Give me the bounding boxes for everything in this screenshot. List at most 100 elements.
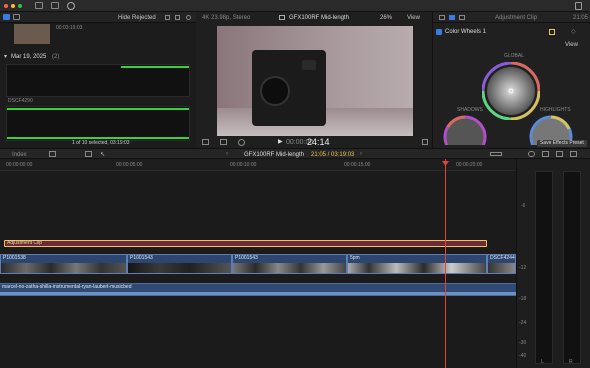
keyword-icon[interactable]: [51, 2, 59, 9]
clip-appearance-icon[interactable]: [49, 151, 56, 157]
color-inspector-icon[interactable]: [449, 15, 455, 20]
save-effects-preset-button[interactable]: Save Effects Preset: [537, 140, 587, 147]
filmstrip-2[interactable]: [6, 106, 190, 141]
inspector-view-dropdown[interactable]: View: [565, 42, 578, 48]
inspector-title: Adjustment Clip: [495, 15, 538, 21]
library-icon[interactable]: [3, 14, 10, 20]
audio-clip[interactable]: marcel-no-zatha-shilla-instrumental-ryan…: [0, 283, 516, 296]
lens: [260, 76, 290, 106]
fullscreen-icon[interactable]: [422, 139, 428, 145]
browser-header: Hide Rejected: [0, 12, 196, 23]
selection-status: 1 of 10 selected, 03:19:03: [72, 140, 130, 146]
global-color-wheel[interactable]: [482, 62, 540, 120]
ruler-tick: 00:00:05:00: [116, 162, 143, 168]
meter-scale: -24: [519, 320, 527, 326]
view-dropdown[interactable]: View: [407, 15, 420, 21]
clip-thumbnails: [488, 263, 515, 273]
favorite-range: [121, 66, 189, 68]
clip-label: P1001543: [235, 255, 258, 261]
ruler-tick: 00:00:00:00: [6, 162, 33, 168]
close-window-button[interactable]: [4, 4, 8, 8]
minimize-window-button[interactable]: [11, 4, 15, 8]
list-view-icon[interactable]: [175, 15, 180, 20]
camera-image: [252, 50, 326, 126]
app-window: Hide Rejected 00:03:19:03 ▾ Mar 19, 2025…: [0, 0, 590, 368]
crop-icon[interactable]: [202, 139, 209, 145]
clip-label: P1001543: [130, 255, 153, 261]
timeline-position: 21:05 / 03:19:03: [311, 152, 355, 158]
global-label: GLOBAL: [504, 53, 525, 59]
clip-label: 5pm: [350, 255, 360, 261]
timeline-options-icon[interactable]: [490, 152, 502, 156]
disclosure-triangle-icon[interactable]: ▾: [4, 54, 7, 60]
clip-label: DSCF4244: [490, 255, 515, 261]
effect-name-dropdown[interactable]: Color Wheels 1: [445, 29, 486, 35]
meter-scale: -30: [519, 340, 527, 346]
ruler-tick: 00:00:20:00: [456, 162, 483, 168]
inspector-pane: Adjustment Clip 21:05 Color Wheels 1 ◇ V…: [432, 12, 590, 148]
inspector-duration: 21:05: [573, 15, 589, 21]
history-forward-icon[interactable]: ›: [360, 151, 362, 157]
snapping-icon[interactable]: [556, 151, 563, 157]
shadows-label: SHADOWS: [457, 107, 483, 113]
shadows-color-wheel[interactable]: [443, 115, 487, 145]
clip-thumbnails: [348, 263, 486, 273]
history-back-icon[interactable]: ‹: [226, 151, 228, 157]
browser-pane: Hide Rejected 00:03:19:03 ▾ Mar 19, 2025…: [0, 12, 196, 148]
video-clip[interactable]: P1001538: [0, 254, 127, 274]
audio-clip-label: marcel-no-zatha-shilla-instrumental-ryan…: [2, 284, 132, 290]
import-icon[interactable]: [35, 2, 43, 9]
meter-right-label: R: [569, 359, 573, 365]
clip-thumbnails: [1, 263, 126, 273]
effects-browser-icon[interactable]: [570, 151, 577, 157]
photos-icon[interactable]: [13, 14, 20, 20]
video-clip[interactable]: P1001543: [127, 254, 232, 274]
dial: [302, 60, 316, 70]
check-icon[interactable]: [67, 2, 75, 10]
ruler-tick: 00:00:10:00: [230, 162, 257, 168]
select-tool-icon[interactable]: ↖: [100, 152, 105, 158]
video-clip[interactable]: DSCF4244: [487, 254, 516, 274]
audio-waveform: [0, 292, 516, 295]
timeline-ruler[interactable]: 00:00:00:00 00:00:05:00 00:00:10:00 00:0…: [0, 159, 516, 171]
video-frame[interactable]: [217, 26, 413, 136]
adjustment-clip-label: Adjustment Clip: [7, 240, 43, 246]
viewer-header: 4K 23.98p, Stereo GFX100RF Mid-length 26…: [196, 12, 432, 23]
date-count: (2): [52, 54, 60, 60]
filmstrip-1[interactable]: [6, 64, 190, 97]
info-inspector-icon[interactable]: [459, 15, 465, 20]
speed-icon[interactable]: [238, 139, 245, 146]
headphones-icon[interactable]: [528, 151, 535, 157]
filmstrip-view-icon[interactable]: [165, 15, 170, 20]
adjustment-clip[interactable]: Adjustment Clip: [4, 240, 487, 247]
search-icon[interactable]: [186, 15, 191, 20]
share-icon[interactable]: [575, 2, 582, 10]
reset-icon[interactable]: ◇: [571, 29, 576, 35]
skimming-icon[interactable]: [542, 151, 549, 157]
zoom-window-button[interactable]: [18, 4, 22, 8]
zoom-dropdown[interactable]: 26%: [380, 15, 392, 21]
video-clip[interactable]: P1001543: [232, 254, 347, 274]
playhead[interactable]: [445, 159, 446, 368]
viewer-project-name: GFX100RF Mid-length: [289, 15, 350, 21]
right-meter: [563, 171, 581, 364]
favorite-range: [7, 108, 189, 110]
timeline-pane[interactable]: 00:00:00:00 00:00:05:00 00:00:10:00 00:0…: [0, 159, 516, 368]
video-clip[interactable]: 5pm: [347, 254, 487, 274]
meter-left-label: L: [541, 359, 544, 365]
edit-append-icon[interactable]: [85, 151, 92, 157]
play-button[interactable]: ▶: [278, 139, 283, 145]
video-inspector-icon[interactable]: [439, 15, 445, 20]
mask-icon[interactable]: [549, 29, 555, 35]
effect-enable-checkbox[interactable]: [436, 29, 442, 35]
clip-thumbnail[interactable]: [14, 24, 50, 44]
timeline-toolbar: Index ↖ ‹ GFX100RF Mid-length 21:05 / 03…: [0, 148, 590, 159]
timeline-project-name[interactable]: GFX100RF Mid-length: [244, 152, 304, 158]
filter-dropdown[interactable]: Hide Rejected: [118, 15, 156, 21]
index-button[interactable]: Index: [12, 152, 27, 158]
clip-label: P1001538: [3, 255, 26, 261]
clip-name: DSCF4290: [8, 98, 33, 104]
timecode-display[interactable]: 24:14: [307, 138, 330, 147]
enhance-icon[interactable]: [220, 139, 227, 145]
meter-scale: -6: [521, 203, 526, 209]
